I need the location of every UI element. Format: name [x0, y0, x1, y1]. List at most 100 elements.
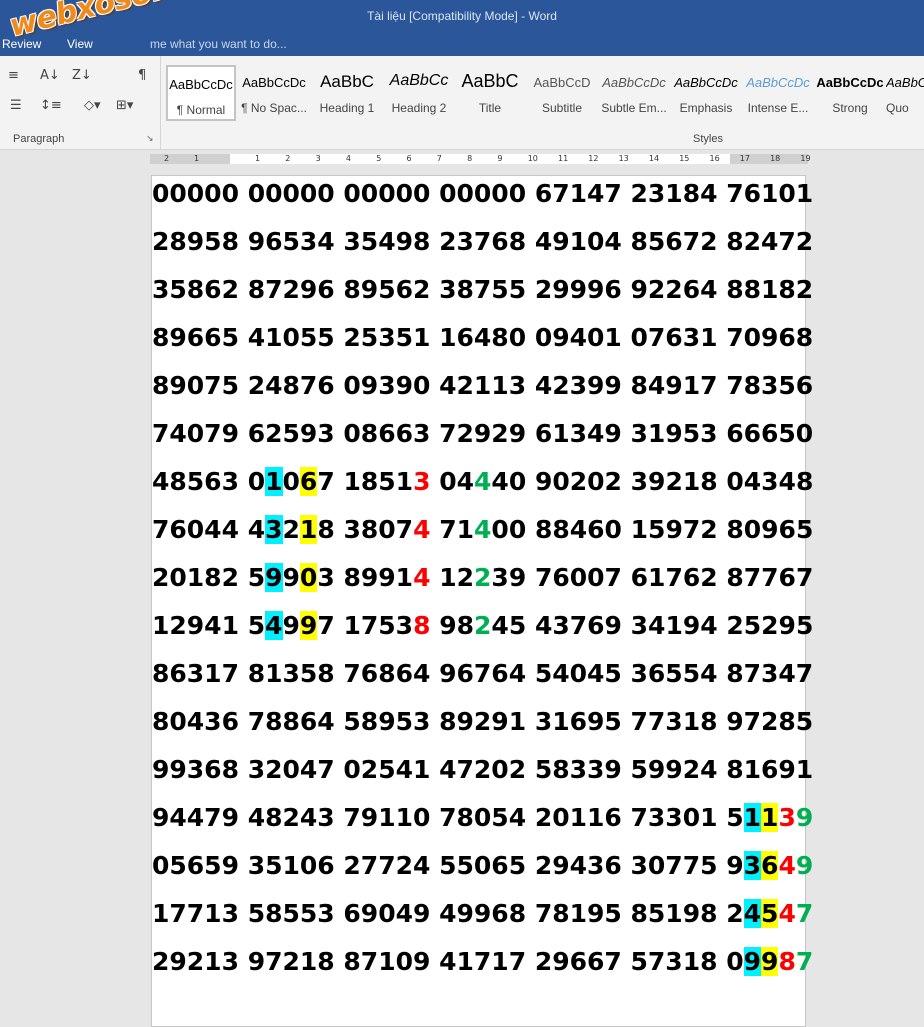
- pilcrow-icon[interactable]: ¶: [138, 68, 146, 83]
- digit: 9: [265, 563, 283, 592]
- number-group: 76101: [726, 179, 814, 208]
- digit: 9: [795, 851, 814, 880]
- style-name: Emphasis: [679, 101, 733, 115]
- number-group: 48243: [247, 803, 335, 832]
- number-group: 31953: [630, 419, 718, 448]
- style-no-spacing[interactable]: AaBbCcDc ¶ No Spac...: [239, 65, 309, 121]
- digit: 9: [761, 947, 779, 976]
- ruler-tick: 15: [679, 154, 690, 163]
- digit: 3: [743, 851, 762, 880]
- style-heading-2[interactable]: AaBbCc Heading 2: [384, 65, 454, 121]
- style-strong[interactable]: AaBbCcDc Strong: [815, 65, 885, 121]
- menu-view[interactable]: View: [67, 37, 93, 51]
- styles-group-label: Styles: [693, 133, 723, 145]
- number-group: 18513: [343, 467, 430, 496]
- style-preview: AaBbCc: [886, 75, 924, 90]
- sort-icon[interactable]: A↓: [40, 68, 60, 83]
- align-justify-icon[interactable]: ☰: [10, 98, 22, 113]
- number-row: 35862 87296 89562 38755 29996 92264 8818…: [152, 275, 813, 305]
- number-group: 35498: [343, 227, 431, 256]
- number-group: 77318: [630, 707, 718, 736]
- digit: 7: [317, 467, 335, 496]
- style-emphasis[interactable]: AaBbCcDc Emphasis: [671, 65, 741, 121]
- digit: 1: [265, 467, 283, 496]
- digit: 0: [508, 467, 527, 496]
- style-heading-1[interactable]: AaBbC Heading 1: [312, 65, 382, 121]
- number-group: 58339: [534, 755, 622, 784]
- style-quote[interactable]: AaBbCc Quo: [886, 65, 924, 121]
- digit: 3: [317, 563, 335, 592]
- number-group: 08663: [343, 419, 431, 448]
- multilevel-list-icon[interactable]: ≡: [8, 68, 19, 83]
- number-group: 02541: [343, 755, 431, 784]
- number-group: 78864: [247, 707, 335, 736]
- styles-gallery: AaBbCcDc ¶ Normal AaBbCcDc ¶ No Spac... …: [166, 65, 924, 123]
- style-name: ¶ No Spac...: [241, 101, 307, 115]
- number-group: 29667: [534, 947, 622, 976]
- digit: 1: [456, 515, 475, 544]
- style-preview: AaBbCcDc: [242, 75, 306, 90]
- digit: 9: [508, 563, 527, 592]
- dialog-launcher-icon[interactable]: ↘: [146, 133, 154, 144]
- style-preview: AaBbC: [320, 72, 374, 91]
- digit: 7: [395, 515, 414, 544]
- sort-icon-2[interactable]: Z↓: [72, 68, 92, 83]
- digit: 4: [474, 515, 492, 544]
- number-group: 51139: [726, 803, 813, 832]
- digit: 0: [282, 467, 300, 496]
- number-group: 79110: [343, 803, 431, 832]
- ribbon: ≡ A↓ Z↓ ¶ ☰ ↕≡ ◇▾ ⊞▾ Paragraph ↘ AaBbCcD…: [0, 56, 924, 150]
- ruler-tick: 1: [255, 154, 261, 163]
- style-subtle-emphasis[interactable]: AaBbCcDc Subtle Em...: [599, 65, 669, 121]
- style-subtitle[interactable]: AaBbCcD Subtitle: [527, 65, 597, 121]
- digit: 3: [491, 563, 509, 592]
- ruler-tick: 2: [164, 154, 170, 163]
- number-group: 85672: [630, 227, 718, 256]
- number-row: 89665 41055 25351 16480 09401 07631 7096…: [152, 323, 813, 353]
- number-group: 99368: [152, 755, 239, 784]
- number-group: 35106: [247, 851, 335, 880]
- number-group: 28958: [152, 227, 239, 256]
- number-group: 38755: [439, 275, 527, 304]
- number-group: 78356: [726, 371, 814, 400]
- digit: 1: [343, 467, 361, 496]
- number-row: 74079 62593 08663 72929 61349 31953 6665…: [152, 419, 813, 449]
- line-spacing-icon[interactable]: ↕≡: [40, 98, 62, 113]
- number-group: 57318: [630, 947, 718, 976]
- number-group: 00000: [152, 179, 239, 208]
- number-group: 55065: [439, 851, 527, 880]
- digit: 5: [378, 611, 396, 640]
- digit: 0: [508, 515, 527, 544]
- digit: 0: [439, 467, 457, 496]
- style-name: Quo: [886, 101, 909, 115]
- shading-icon[interactable]: ◇▾: [84, 98, 101, 113]
- number-group: 38074: [343, 515, 430, 544]
- horizontal-ruler[interactable]: 2 1 1 2 3 4 5 6 7 8 9 10 11 12 13 14 15 16 17 18 19: [150, 152, 811, 166]
- number-group: 89291: [439, 707, 527, 736]
- ruler-tick: 4: [345, 154, 351, 163]
- digit: 5: [726, 803, 744, 832]
- tell-me-search[interactable]: me what you want to do...: [150, 37, 287, 51]
- number-group: 90202: [534, 467, 622, 496]
- number-group: 78195: [534, 899, 622, 928]
- ruler-tick: 18: [770, 154, 781, 163]
- style-normal[interactable]: AaBbCcDc ¶ Normal: [166, 65, 236, 121]
- number-group: 01067: [248, 467, 335, 496]
- style-intense-emphasis[interactable]: AaBbCcDc Intense E...: [743, 65, 813, 121]
- digit: 6: [761, 851, 779, 880]
- number-group: 54045: [534, 659, 622, 688]
- number-group: 96534: [247, 227, 335, 256]
- number-group: 04440: [439, 467, 526, 496]
- borders-icon[interactable]: ⊞▾: [116, 98, 133, 113]
- number-row: 48563 01067 18513 04440 90202 39218 0434…: [152, 467, 813, 497]
- digit: 2: [726, 899, 744, 928]
- style-title[interactable]: AaBbC Title: [455, 65, 525, 121]
- style-name: ¶ Normal: [176, 103, 226, 117]
- number-group: 87296: [247, 275, 335, 304]
- paragraph-group-label: Paragraph: [13, 133, 65, 145]
- style-name: Strong: [832, 101, 868, 115]
- number-group: 34194: [630, 611, 718, 640]
- number-group: 07631: [630, 323, 718, 352]
- digit: 5: [508, 611, 527, 640]
- digit: 8: [360, 515, 379, 544]
